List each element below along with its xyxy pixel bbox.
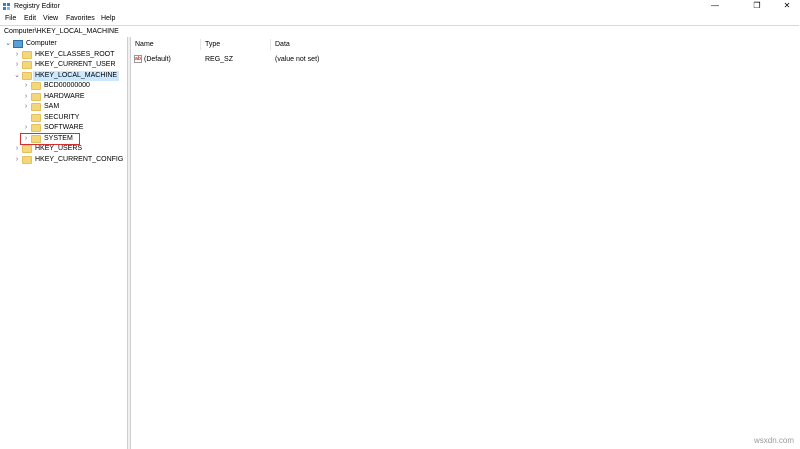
- tree-label: HARDWARE: [44, 93, 85, 100]
- value-data: (value not set): [275, 56, 320, 63]
- tree-label: SAM: [44, 103, 60, 110]
- values-list-pane[interactable]: Name Type Data ab (Default) REG_SZ (valu…: [131, 37, 800, 449]
- tree-label: HKEY_USERS: [35, 145, 83, 152]
- tree-item-hardware[interactable]: › HARDWARE: [0, 92, 127, 102]
- folder-icon: [31, 103, 41, 111]
- tree-label: SECURITY: [44, 114, 80, 121]
- registry-editor-icon: [3, 3, 10, 10]
- title-bar: Registry Editor — ❐ ✕: [0, 0, 800, 13]
- value-name[interactable]: (Default): [144, 55, 171, 64]
- tree-item-security[interactable]: SECURITY: [0, 113, 127, 123]
- tree-label-selected: HKEY_LOCAL_MACHINE: [33, 71, 120, 81]
- tree-item-hkey-current-user[interactable]: › HKEY_CURRENT_USER: [0, 60, 127, 70]
- column-header-type[interactable]: Type: [205, 40, 220, 49]
- chevron-right-icon[interactable]: ›: [13, 60, 21, 70]
- tree-item-hkey-users[interactable]: › HKEY_USERS: [0, 144, 127, 154]
- folder-icon: [22, 72, 32, 80]
- system-highlight-box: [20, 133, 80, 145]
- value-type: REG_SZ: [205, 56, 234, 63]
- close-button[interactable]: ✕: [770, 0, 800, 13]
- menu-view[interactable]: View: [43, 15, 58, 23]
- folder-icon: [31, 124, 41, 132]
- tree-item-hkey-classes-root[interactable]: › HKEY_CLASSES_ROOT: [0, 50, 127, 60]
- folder-icon: [31, 93, 41, 101]
- menu-file[interactable]: File: [5, 15, 16, 23]
- tree-label: SOFTWARE: [44, 124, 84, 131]
- column-header-name[interactable]: Name: [135, 40, 154, 49]
- chevron-right-icon[interactable]: ›: [13, 144, 21, 154]
- chevron-down-icon[interactable]: ⌄: [13, 71, 21, 81]
- chevron-right-icon[interactable]: ›: [22, 92, 30, 102]
- column-header-data[interactable]: Data: [275, 40, 290, 49]
- window-title: Registry Editor: [14, 3, 60, 10]
- tree-label: BCD00000000: [44, 82, 90, 89]
- tree-label: Computer: [26, 40, 57, 47]
- folder-icon: [31, 114, 41, 122]
- menu-favorites[interactable]: Favorites: [66, 15, 95, 23]
- menu-help[interactable]: Help: [101, 15, 115, 23]
- column-divider[interactable]: [270, 39, 271, 50]
- chevron-right-icon[interactable]: ›: [22, 102, 30, 112]
- folder-icon: [22, 156, 32, 164]
- tree-item-hkey-current-config[interactable]: › HKEY_CURRENT_CONFIG: [0, 155, 127, 165]
- menu-edit[interactable]: Edit: [24, 15, 36, 23]
- maximize-button[interactable]: ❐: [740, 0, 774, 13]
- chevron-right-icon[interactable]: ›: [13, 155, 21, 165]
- folder-icon: [31, 82, 41, 90]
- minimize-button[interactable]: —: [698, 0, 732, 13]
- tree-item-hkey-local-machine[interactable]: ⌄ HKEY_LOCAL_MACHINE: [0, 71, 127, 81]
- tree-item-bcd00000000[interactable]: › BCD00000000: [0, 81, 127, 91]
- tree-item-computer[interactable]: ⌄ Computer: [0, 39, 127, 49]
- folder-icon: [22, 61, 32, 69]
- watermark: wsxdn.com: [753, 436, 794, 445]
- address-path[interactable]: Computer\HKEY_LOCAL_MACHINE: [4, 28, 119, 36]
- tree-item-software[interactable]: › SOFTWARE: [0, 123, 127, 133]
- column-divider[interactable]: [200, 39, 201, 50]
- tree-label: HKEY_CLASSES_ROOT: [35, 51, 115, 58]
- tree-label: HKEY_CURRENT_CONFIG: [35, 156, 124, 163]
- computer-icon: [13, 40, 23, 48]
- folder-icon: [22, 145, 32, 153]
- folder-icon: [22, 51, 32, 59]
- tree-item-sam[interactable]: › SAM: [0, 102, 127, 112]
- tree-pane[interactable]: ⌄ Computer › HKEY_CLASSES_ROOT › HKEY_CU…: [0, 37, 128, 449]
- chevron-right-icon[interactable]: ›: [13, 50, 21, 60]
- menu-bar: File Edit View Favorites Help: [0, 13, 800, 25]
- string-value-icon: ab: [134, 55, 142, 63]
- chevron-right-icon[interactable]: ›: [22, 123, 30, 133]
- tree-label: HKEY_CURRENT_USER: [35, 61, 116, 68]
- chevron-right-icon[interactable]: ›: [22, 81, 30, 91]
- chevron-down-icon[interactable]: ⌄: [4, 39, 12, 49]
